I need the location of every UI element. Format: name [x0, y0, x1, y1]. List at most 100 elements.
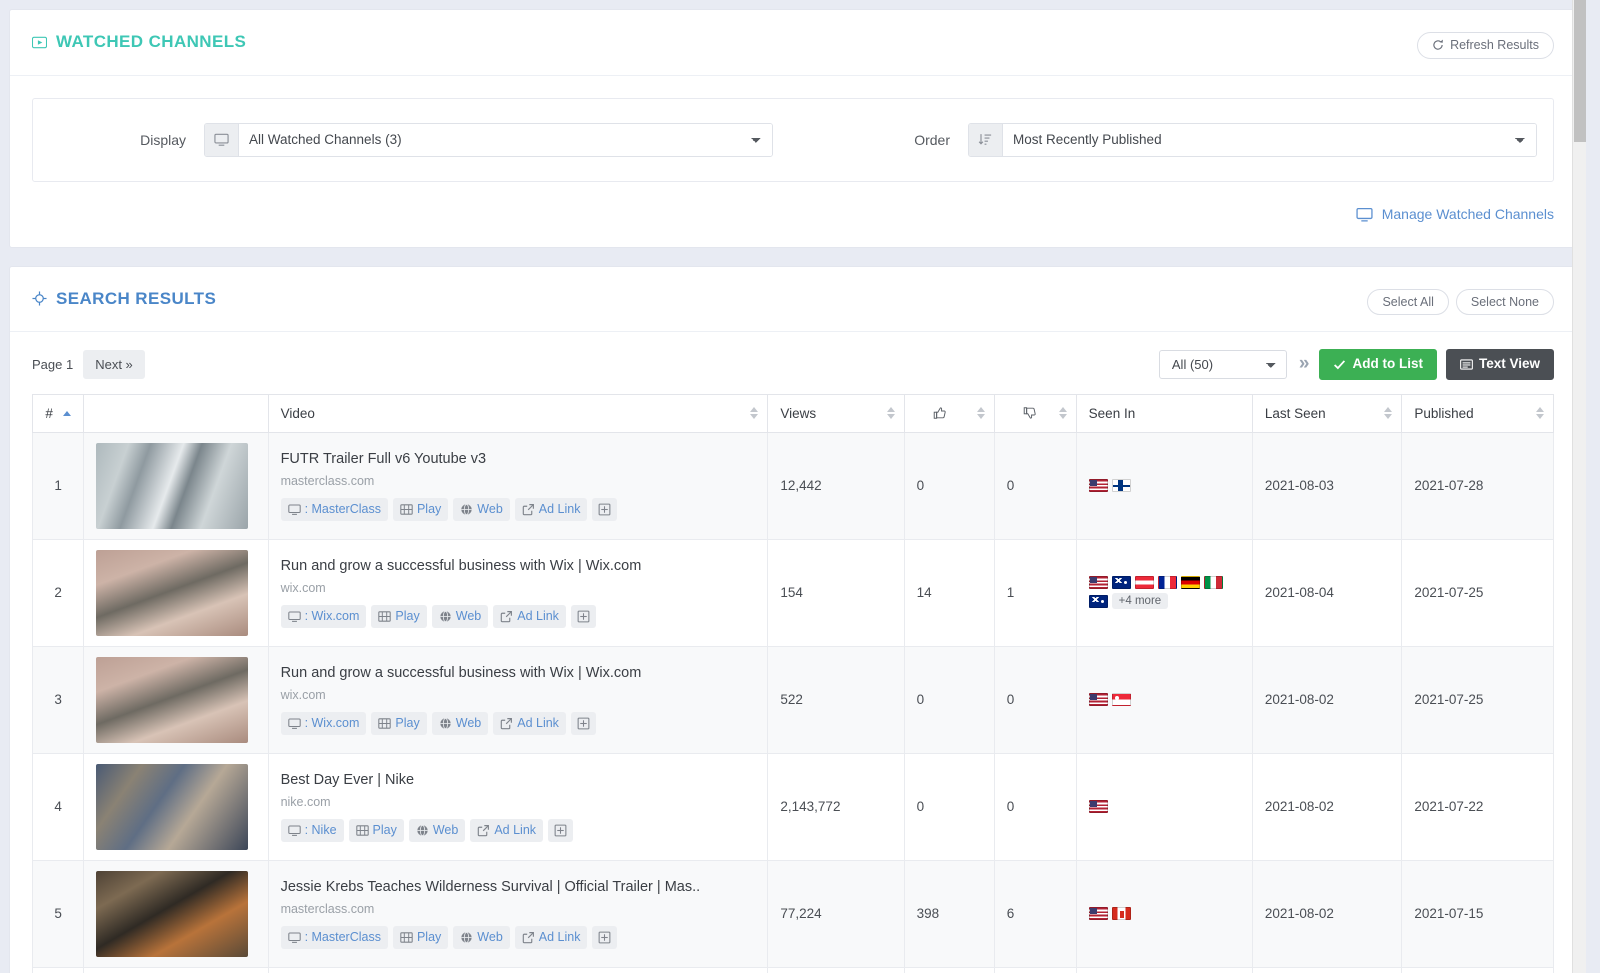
cell-video: Run and grow a successful business with … [268, 646, 768, 753]
cell-thumbnail[interactable] [84, 646, 268, 753]
video-tag-plus-square[interactable] [548, 819, 573, 842]
select-all-button[interactable]: Select All [1367, 289, 1448, 316]
select-none-button[interactable]: Select None [1456, 289, 1554, 316]
video-tag-plus-square[interactable] [592, 498, 617, 521]
table-row[interactable]: 2Run and grow a successful business with… [33, 539, 1554, 646]
cell-thumbnail[interactable] [84, 860, 268, 967]
video-tag-globe[interactable]: Web [409, 819, 465, 842]
video-tag-film[interactable]: Play [393, 498, 448, 521]
country-flag-at [1135, 576, 1154, 589]
sort-indicator [1384, 407, 1392, 419]
video-thumbnail[interactable] [96, 764, 248, 850]
list-scope-select[interactable]: All (50) [1159, 350, 1287, 379]
video-tag-external-link[interactable]: Ad Link [515, 926, 588, 949]
video-tag-monitor[interactable]: : Nike [281, 819, 344, 842]
cell-last-seen: 2021-08-02 [1252, 753, 1402, 860]
col-header-likes[interactable] [904, 394, 994, 432]
sort-indicator [750, 407, 758, 419]
video-tag-film[interactable]: Play [371, 712, 426, 735]
table-row[interactable]: 3Run and grow a successful business with… [33, 646, 1554, 753]
display-select[interactable]: All Watched Channels (3) [239, 124, 772, 156]
video-tag-external-link[interactable]: Ad Link [493, 605, 566, 628]
video-tag-monitor[interactable]: : MasterClass [281, 926, 388, 949]
search-results-panel: SEARCH RESULTS Select All Select None Pa… [9, 266, 1577, 973]
col-header-video[interactable]: Video [268, 394, 768, 432]
video-title[interactable]: Run and grow a successful business with … [281, 665, 756, 681]
cell-thumbnail[interactable] [84, 432, 268, 539]
cell-seen-in [1076, 967, 1252, 973]
video-tag-label: Ad Link [539, 930, 581, 945]
col-header-video-label: Video [281, 406, 315, 421]
video-title[interactable]: Run and grow a successful business with … [281, 558, 756, 574]
video-thumbnail[interactable] [96, 657, 248, 743]
col-header-number[interactable]: # [33, 394, 84, 432]
video-tag-globe[interactable]: Web [453, 498, 509, 521]
results-actions: All (50) » Add to List [1159, 349, 1554, 380]
cell-dislikes: 6 [994, 860, 1076, 967]
cell-published: 2021-07-25 [1402, 539, 1554, 646]
video-tag-film[interactable]: Play [371, 605, 426, 628]
video-tag-label: Web [477, 930, 502, 945]
cell-thumbnail[interactable] [84, 753, 268, 860]
video-tag-external-link[interactable]: Ad Link [493, 712, 566, 735]
video-tag-film[interactable]: Play [393, 926, 448, 949]
manage-watched-row: Manage Watched Channels [10, 182, 1576, 247]
film-icon [400, 503, 413, 516]
watched-channels-header: WATCHED CHANNELS Refresh Results [10, 10, 1576, 59]
table-row[interactable]: 4Best Day Ever | Nikenike.com: NikePlayW… [33, 753, 1554, 860]
table-row[interactable]: 5Jessie Krebs Teaches Wilderness Surviva… [33, 860, 1554, 967]
video-tag-film[interactable]: Play [349, 819, 404, 842]
video-tag-monitor[interactable]: : Wix.com [281, 712, 367, 735]
video-tag-label: : MasterClass [305, 930, 381, 945]
col-header-seen-in[interactable]: Seen In [1076, 394, 1252, 432]
video-tag-external-link[interactable]: Ad Link [470, 819, 543, 842]
add-to-list-button[interactable]: Add to List [1319, 349, 1437, 380]
cell-likes [904, 967, 994, 973]
next-page-button[interactable]: Next » [83, 350, 145, 379]
video-tag-globe[interactable]: Web [453, 926, 509, 949]
video-title[interactable]: FUTR Trailer Full v6 Youtube v3 [281, 451, 756, 467]
scrollbar-thumb[interactable] [1574, 0, 1586, 142]
table-row[interactable]: 1FUTR Trailer Full v6 Youtube v3mastercl… [33, 432, 1554, 539]
video-title[interactable]: Jessie Krebs Teaches Wilderness Survival… [281, 879, 756, 895]
cell-last-seen: 2021-08-02 [1252, 860, 1402, 967]
col-header-published[interactable]: Published [1402, 394, 1554, 432]
sort-indicator [887, 407, 895, 419]
monitor-icon [288, 717, 301, 730]
video-tag-monitor[interactable]: : Wix.com [281, 605, 367, 628]
video-tag-external-link[interactable]: Ad Link [515, 498, 588, 521]
col-header-views[interactable]: Views [768, 394, 904, 432]
chevron-double-right-icon[interactable]: » [1296, 353, 1311, 375]
col-header-dislikes[interactable] [994, 394, 1076, 432]
order-select[interactable]: Most Recently Published [1003, 124, 1536, 156]
video-tag-globe[interactable]: Web [432, 712, 488, 735]
cell-published: 2021-07-15 [1402, 860, 1554, 967]
video-tag-monitor[interactable]: : MasterClass [281, 498, 388, 521]
cell-seen-in [1076, 860, 1252, 967]
video-tag-globe[interactable]: Web [432, 605, 488, 628]
video-thumbnail[interactable] [96, 443, 248, 529]
more-countries-pill[interactable]: +4 more [1112, 593, 1169, 609]
manage-watched-channels-link[interactable]: Manage Watched Channels [1356, 206, 1554, 223]
cell-views [768, 967, 904, 973]
video-tag-plus-square[interactable] [571, 605, 596, 628]
video-tag-plus-square[interactable] [592, 926, 617, 949]
country-flag-list [1089, 693, 1239, 706]
col-header-last-seen[interactable]: Last Seen [1252, 394, 1402, 432]
video-tag-plus-square[interactable] [571, 712, 596, 735]
film-icon [400, 931, 413, 944]
country-flag-us [1089, 907, 1108, 920]
list-icon [1460, 358, 1473, 371]
refresh-results-button[interactable]: Refresh Results [1417, 32, 1554, 59]
vertical-scrollbar[interactable] [1572, 0, 1586, 973]
cell-thumbnail[interactable] [84, 539, 268, 646]
country-flag-sg [1112, 693, 1131, 706]
country-flag-us [1089, 800, 1108, 813]
video-thumbnail[interactable] [96, 550, 248, 636]
video-title[interactable]: Best Day Ever | Nike [281, 772, 756, 788]
table-row[interactable]: 6 [33, 967, 1554, 973]
globe-icon [416, 824, 429, 837]
text-view-button[interactable]: Text View [1446, 349, 1554, 380]
video-thumbnail[interactable] [96, 871, 248, 957]
cell-thumbnail[interactable] [84, 967, 268, 973]
